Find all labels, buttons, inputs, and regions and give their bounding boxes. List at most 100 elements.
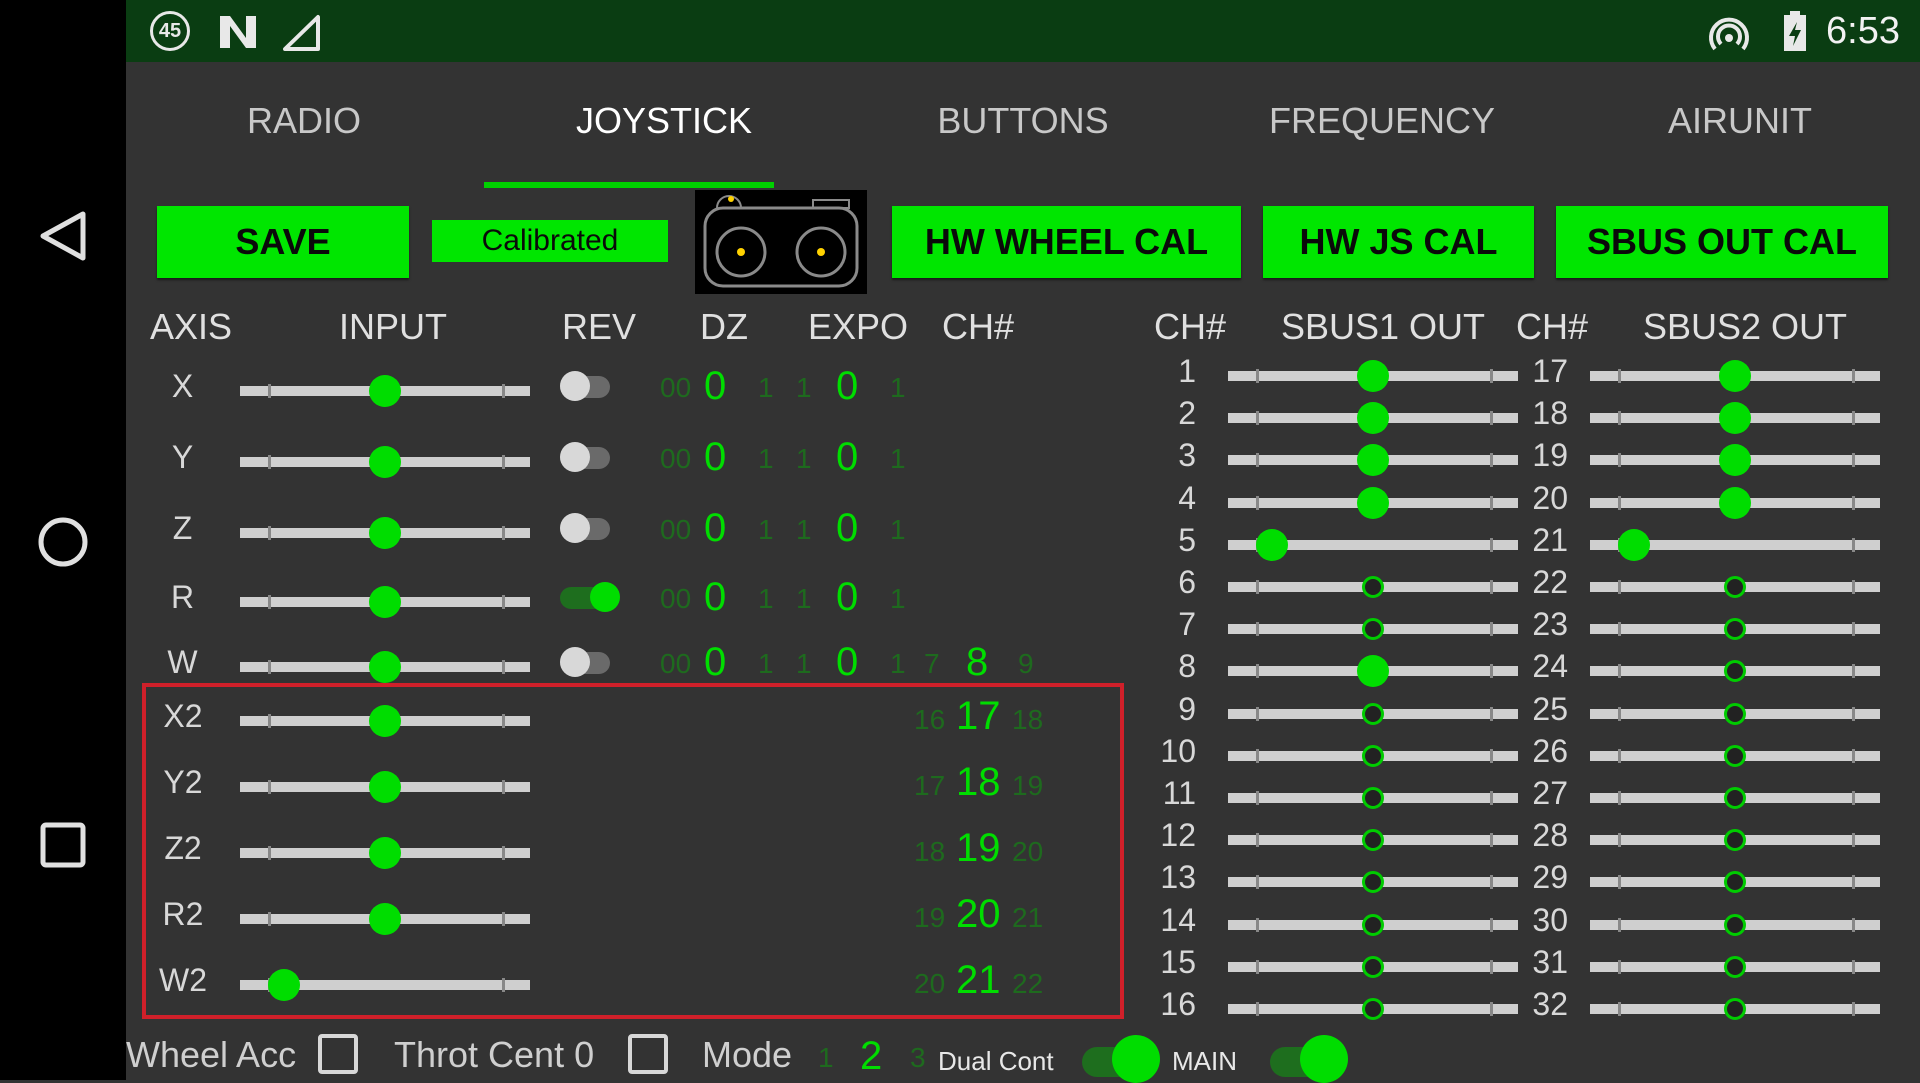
rev-switch[interactable] [560, 442, 616, 472]
sbus2-slider-29[interactable] [1590, 871, 1880, 894]
sbus2-slider-19[interactable] [1590, 444, 1880, 477]
sbus1-slider-9[interactable] [1228, 702, 1518, 725]
ch-value[interactable]: 8 [966, 640, 988, 685]
sbus2-slider-17[interactable] [1590, 360, 1880, 392]
sbus1-slider-16-thumb[interactable] [1362, 998, 1384, 1020]
sbus2-slider-31-thumb[interactable] [1724, 955, 1746, 978]
input-slider-w[interactable] [240, 651, 530, 683]
sbus2-slider-26[interactable] [1590, 744, 1880, 767]
sbus1-slider-11-thumb[interactable] [1362, 787, 1384, 809]
sbus2-slider-25-thumb[interactable] [1724, 702, 1746, 725]
sbus2-slider-24-thumb[interactable] [1724, 660, 1746, 683]
sbus2-slider-23[interactable] [1590, 618, 1880, 641]
rev-switch[interactable] [560, 371, 616, 401]
save-button[interactable]: SAVE [157, 206, 409, 278]
dual-cont-switch[interactable] [1082, 1035, 1162, 1083]
sbus2-slider-28[interactable] [1590, 829, 1880, 852]
sbus2-slider-24[interactable] [1590, 660, 1880, 683]
dz-value[interactable]: 0 [704, 640, 726, 685]
input-slider-z-thumb[interactable] [369, 517, 401, 549]
sbus1-slider-8-thumb[interactable] [1357, 655, 1389, 688]
sbus1-slider-16[interactable] [1228, 998, 1518, 1020]
sbus2-slider-23-thumb[interactable] [1724, 618, 1746, 641]
sbus2-slider-27-thumb[interactable] [1724, 787, 1746, 809]
sbus2-slider-21[interactable] [1590, 528, 1880, 561]
sbus1-slider-15-thumb[interactable] [1362, 955, 1384, 978]
sbus1-slider-10[interactable] [1228, 744, 1518, 767]
recents-icon[interactable] [40, 822, 86, 868]
input-slider-z[interactable] [240, 517, 530, 549]
sbus1-slider-14[interactable] [1228, 913, 1518, 936]
sbus1-slider-7[interactable] [1228, 618, 1518, 641]
sbus1-slider-3-thumb[interactable] [1357, 444, 1389, 477]
sbus1-slider-13-thumb[interactable] [1362, 871, 1384, 894]
sbus2-slider-32-thumb[interactable] [1724, 998, 1746, 1020]
sbus1-slider-6[interactable] [1228, 576, 1518, 598]
expo-value[interactable]: 0 [836, 575, 858, 620]
mode-value[interactable]: 2 [860, 1034, 882, 1079]
sbus1-slider-1-thumb[interactable] [1357, 360, 1389, 392]
sbus2-slider-27[interactable] [1590, 787, 1880, 809]
input-slider-x[interactable] [240, 375, 530, 407]
sbus1-slider-4[interactable] [1228, 486, 1518, 519]
sbus1-slider-5-thumb[interactable] [1255, 528, 1288, 561]
sbus1-slider-14-thumb[interactable] [1362, 913, 1384, 936]
back-icon[interactable] [38, 210, 88, 262]
expo-value[interactable]: 0 [836, 435, 858, 480]
rev-switch[interactable] [560, 513, 616, 543]
sbus1-slider-13[interactable] [1228, 871, 1518, 894]
home-icon[interactable] [37, 516, 89, 568]
expo-value[interactable]: 0 [836, 640, 858, 685]
sbus1-slider-12-thumb[interactable] [1362, 829, 1384, 852]
input-slider-r-thumb[interactable] [369, 586, 401, 618]
sbus1-slider-1[interactable] [1228, 360, 1518, 392]
wheel-acc-checkbox[interactable] [318, 1034, 358, 1074]
input-slider-w-thumb[interactable] [369, 651, 401, 683]
expo-value[interactable]: 0 [836, 506, 858, 551]
sbus2-slider-18-thumb[interactable] [1719, 402, 1751, 435]
sbus1-slider-9-thumb[interactable] [1362, 702, 1384, 725]
sbus1-slider-12[interactable] [1228, 829, 1518, 852]
sbus1-slider-6-thumb[interactable] [1362, 576, 1384, 598]
tab-radio[interactable]: RADIO [154, 100, 454, 156]
tab-frequency[interactable]: FREQUENCY [1232, 100, 1532, 156]
sbus2-slider-26-thumb[interactable] [1724, 744, 1746, 767]
sbus2-slider-29-thumb[interactable] [1724, 871, 1746, 894]
sbus1-slider-10-thumb[interactable] [1362, 744, 1384, 767]
sbus2-slider-31[interactable] [1590, 955, 1880, 978]
sbus1-slider-2-thumb[interactable] [1357, 402, 1389, 435]
sbus1-slider-7-thumb[interactable] [1362, 618, 1384, 641]
sbus2-slider-30[interactable] [1590, 913, 1880, 936]
sbus1-slider-11[interactable] [1228, 787, 1518, 809]
sbus2-slider-32[interactable] [1590, 998, 1880, 1020]
sbus2-slider-19-thumb[interactable] [1719, 444, 1751, 477]
sbus-out-cal-button[interactable]: SBUS OUT CAL [1556, 206, 1888, 278]
sbus1-slider-2[interactable] [1228, 402, 1518, 435]
dz-value[interactable]: 0 [704, 506, 726, 551]
sbus2-slider-28-thumb[interactable] [1724, 829, 1746, 852]
sbus2-slider-21-thumb[interactable] [1617, 528, 1650, 561]
sbus1-slider-3[interactable] [1228, 444, 1518, 477]
sbus1-slider-8[interactable] [1228, 655, 1518, 688]
rev-switch[interactable] [560, 582, 620, 612]
sbus2-slider-20[interactable] [1590, 486, 1880, 519]
sbus2-slider-22-thumb[interactable] [1724, 576, 1746, 598]
dz-value[interactable]: 0 [704, 435, 726, 480]
sbus1-slider-4-thumb[interactable] [1357, 486, 1389, 519]
sbus2-slider-18[interactable] [1590, 402, 1880, 435]
sbus2-slider-17-thumb[interactable] [1719, 360, 1751, 392]
sbus2-slider-22[interactable] [1590, 576, 1880, 598]
expo-value[interactable]: 0 [836, 364, 858, 409]
tab-airunit[interactable]: AIRUNIT [1590, 100, 1890, 156]
dz-value[interactable]: 0 [704, 575, 726, 620]
sbus2-slider-30-thumb[interactable] [1724, 913, 1746, 936]
input-slider-r[interactable] [240, 586, 530, 618]
throt-cent-checkbox[interactable] [628, 1034, 668, 1074]
input-slider-y[interactable] [240, 446, 530, 478]
dz-value[interactable]: 0 [704, 364, 726, 409]
sbus1-slider-15[interactable] [1228, 955, 1518, 978]
main-switch[interactable] [1270, 1035, 1350, 1083]
sbus1-slider-5[interactable] [1228, 528, 1518, 561]
input-slider-x-thumb[interactable] [369, 375, 401, 407]
hw-js-cal-button[interactable]: HW JS CAL [1263, 206, 1534, 278]
